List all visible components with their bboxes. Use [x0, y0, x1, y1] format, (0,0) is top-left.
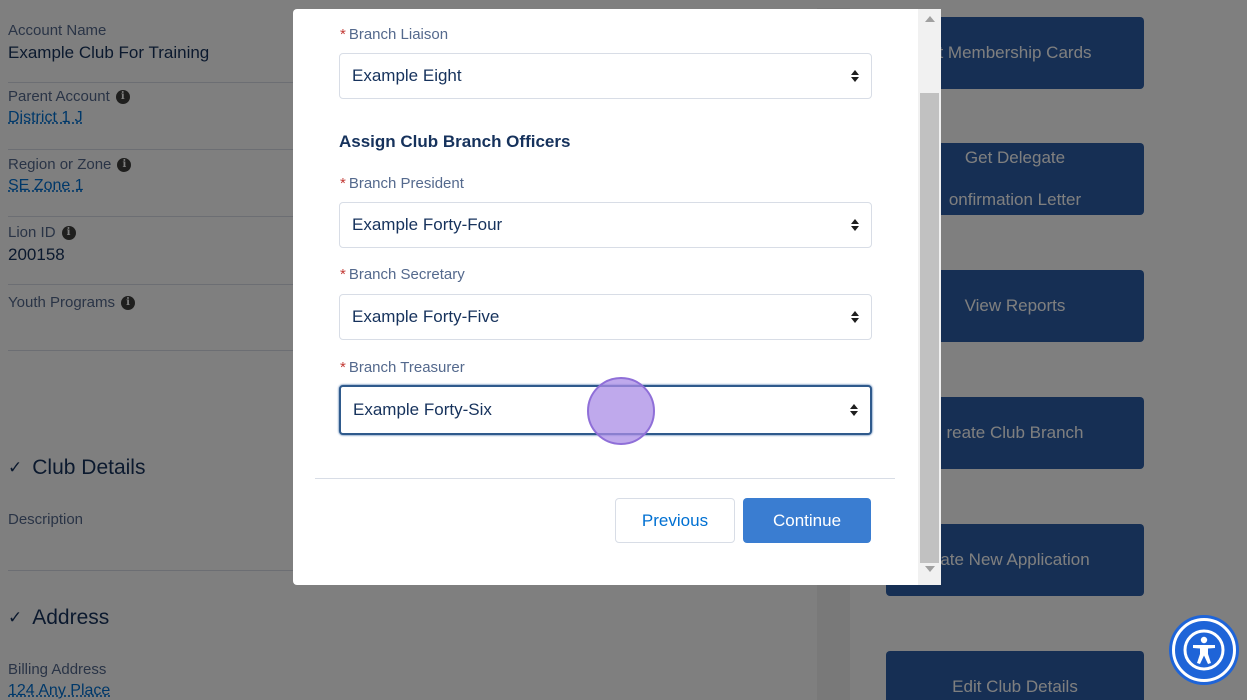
branch-liaison-value: Example Eight	[352, 66, 462, 85]
branch-treasurer-label: * Branch Treasurer	[340, 359, 465, 376]
branch-president-value: Example Forty-Four	[352, 215, 503, 234]
accessibility-button[interactable]	[1172, 618, 1236, 682]
branch-liaison-select[interactable]: Example Eight	[339, 53, 872, 99]
branch-treasurer-value: Example Forty-Six	[353, 400, 492, 419]
assign-officers-heading: Assign Club Branch Officers	[339, 132, 571, 151]
required-marker: *	[340, 266, 346, 283]
modal-footer-divider	[315, 478, 895, 479]
branch-secretary-value: Example Forty-Five	[352, 307, 500, 326]
required-marker: *	[340, 175, 346, 192]
scroll-up-arrow-icon[interactable]	[925, 16, 935, 22]
select-arrows-icon	[851, 311, 859, 323]
branch-secretary-label-text: Branch Secretary	[348, 266, 465, 283]
branch-secretary-select[interactable]: Example Forty-Five	[339, 294, 872, 340]
select-arrows-icon	[851, 219, 859, 231]
previous-button[interactable]: Previous	[615, 498, 735, 543]
branch-liaison-label-text: Branch Liaison	[348, 26, 449, 43]
branch-president-label: * Branch President	[340, 175, 464, 192]
click-indicator	[587, 377, 655, 445]
branch-liaison-label: * Branch Liaison	[340, 26, 448, 43]
branch-secretary-label: * Branch Secretary	[340, 266, 465, 283]
required-marker: *	[340, 359, 346, 376]
select-arrows-icon	[851, 70, 859, 82]
branch-treasurer-label-text: Branch Treasurer	[348, 359, 465, 376]
accessibility-icon	[1183, 629, 1225, 671]
modal-scrollbar-thumb[interactable]	[920, 93, 939, 563]
required-marker: *	[340, 26, 346, 43]
branch-president-label-text: Branch President	[348, 175, 464, 192]
scroll-down-arrow-icon[interactable]	[925, 566, 935, 572]
continue-button[interactable]: Continue	[743, 498, 871, 543]
select-arrows-icon	[850, 404, 858, 416]
branch-president-select[interactable]: Example Forty-Four	[339, 202, 872, 248]
